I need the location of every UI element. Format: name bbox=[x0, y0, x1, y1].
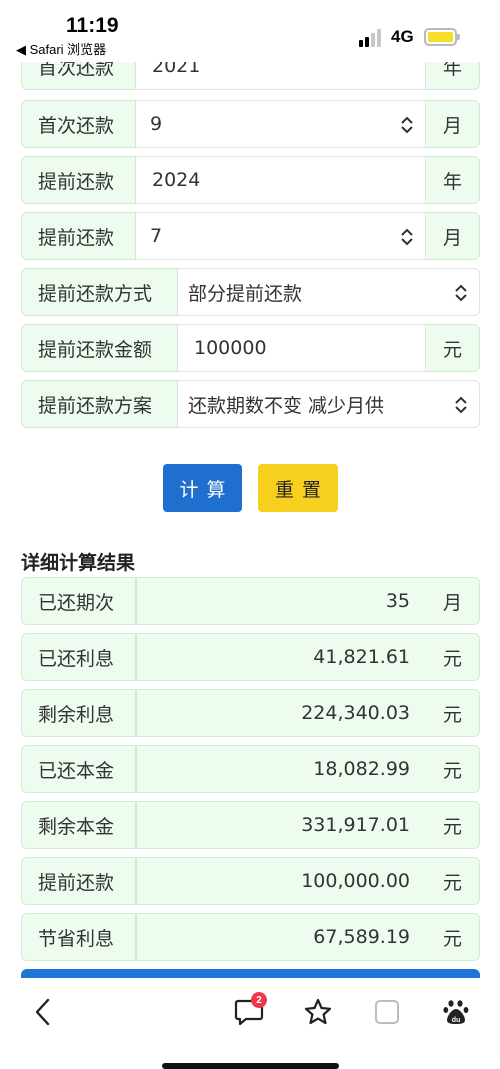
comment-count-badge: 2 bbox=[251, 992, 267, 1008]
result-value: 18,082.99 bbox=[136, 745, 426, 793]
result-label: 剩余利息 bbox=[21, 689, 136, 737]
svg-text:du: du bbox=[452, 1017, 461, 1024]
page-content: 首次还款 2021 年 首次还款 9 月 提前还款 2024 年 提前还款 7 … bbox=[0, 62, 500, 978]
form-row-prepay-plan: 提前还款方案 还款期数不变 减少月供 bbox=[21, 380, 480, 428]
status-time: 11:19 bbox=[66, 14, 119, 37]
result-row: 提前还款 100,000.00 元 bbox=[21, 857, 480, 905]
form-unit: 年 bbox=[426, 156, 480, 204]
form-row-prepay-year: 提前还款 2024 年 bbox=[21, 156, 480, 204]
select-arrows-icon bbox=[455, 396, 467, 414]
result-row: 剩余利息 224,340.03 元 bbox=[21, 689, 480, 737]
battery-icon bbox=[424, 28, 460, 46]
prepay-plan-select[interactable]: 还款期数不变 减少月供 bbox=[178, 380, 480, 428]
result-value: 41,821.61 bbox=[136, 633, 426, 681]
first-repay-month-select[interactable]: 9 bbox=[136, 100, 426, 148]
back-to-safari-link[interactable]: ◀ Safari 浏览器 bbox=[16, 39, 106, 58]
result-value: 35 bbox=[136, 577, 426, 625]
first-repay-year-input[interactable]: 2021 bbox=[136, 62, 426, 90]
back-icon bbox=[35, 998, 50, 1026]
prepay-method-select[interactable]: 部分提前还款 bbox=[178, 268, 480, 316]
select-value: 部分提前还款 bbox=[188, 282, 303, 305]
result-label: 剩余本金 bbox=[21, 801, 136, 849]
result-row: 剩余本金 331,917.01 元 bbox=[21, 801, 480, 849]
form-unit: 元 bbox=[426, 324, 480, 372]
home-indicator bbox=[162, 1063, 339, 1069]
result-unit: 元 bbox=[426, 745, 480, 793]
select-arrows-icon bbox=[455, 284, 467, 302]
form-label: 首次还款 bbox=[21, 100, 136, 148]
form-label: 首次还款 bbox=[21, 62, 136, 90]
form-label: 提前还款方案 bbox=[21, 380, 178, 428]
result-value: 224,340.03 bbox=[136, 689, 426, 737]
form-label: 提前还款金额 bbox=[21, 324, 178, 372]
result-unit: 元 bbox=[426, 633, 480, 681]
form-unit: 年 bbox=[426, 62, 480, 90]
tabs-button[interactable] bbox=[367, 994, 407, 1030]
select-value: 9 bbox=[150, 113, 163, 135]
form-row-prepay-amount: 提前还款金额 100000 元 bbox=[21, 324, 480, 372]
select-value: 7 bbox=[150, 225, 163, 247]
result-label: 已还利息 bbox=[21, 633, 136, 681]
form-row-prepay-month: 提前还款 7 月 bbox=[21, 212, 480, 260]
signal-icon bbox=[359, 29, 383, 47]
result-label: 节省利息 bbox=[21, 913, 136, 961]
prepay-amount-input[interactable]: 100000 bbox=[178, 324, 426, 372]
form-row-first-repay-month: 首次还款 9 月 bbox=[21, 100, 480, 148]
select-arrows-icon bbox=[401, 116, 413, 134]
results-title: 详细计算结果 bbox=[21, 552, 136, 574]
form-row-first-repay-year: 首次还款 2021 年 bbox=[21, 62, 480, 90]
browser-toolbar: 2 du bbox=[0, 978, 500, 1069]
result-row: 节省利息 67,589.19 元 bbox=[21, 913, 480, 961]
favorite-button[interactable] bbox=[298, 994, 338, 1030]
result-row: 已还本金 18,082.99 元 bbox=[21, 745, 480, 793]
result-label: 提前还款 bbox=[21, 857, 136, 905]
star-icon bbox=[304, 998, 332, 1025]
form-unit: 月 bbox=[426, 100, 480, 148]
tabs-icon bbox=[375, 1000, 399, 1024]
status-bar: 11:19 ◀ Safari 浏览器 4G bbox=[0, 0, 500, 62]
result-value: 331,917.01 bbox=[136, 801, 426, 849]
result-unit: 元 bbox=[426, 857, 480, 905]
result-value: 100,000.00 bbox=[136, 857, 426, 905]
form-label: 提前还款 bbox=[21, 212, 136, 260]
result-row: 已还期次 35 月 bbox=[21, 577, 480, 625]
result-label: 已还期次 bbox=[21, 577, 136, 625]
result-value: 67,589.19 bbox=[136, 913, 426, 961]
back-button[interactable] bbox=[22, 994, 62, 1030]
result-label: 已还本金 bbox=[21, 745, 136, 793]
prepay-year-input[interactable]: 2024 bbox=[136, 156, 426, 204]
result-unit: 月 bbox=[426, 577, 480, 625]
reset-button[interactable]: 重置 bbox=[258, 464, 338, 512]
form-label: 提前还款 bbox=[21, 156, 136, 204]
form-unit: 月 bbox=[426, 212, 480, 260]
select-arrows-icon bbox=[401, 228, 413, 246]
prepay-month-select[interactable]: 7 bbox=[136, 212, 426, 260]
form-label: 提前还款方式 bbox=[21, 268, 178, 316]
next-section-bar bbox=[21, 969, 480, 978]
baidu-icon: du bbox=[443, 1000, 469, 1024]
result-row: 已还利息 41,821.61 元 bbox=[21, 633, 480, 681]
baidu-button[interactable]: du bbox=[436, 994, 476, 1030]
calculate-button[interactable]: 计算 bbox=[163, 464, 242, 512]
select-value: 还款期数不变 减少月供 bbox=[188, 394, 385, 417]
result-unit: 元 bbox=[426, 801, 480, 849]
form-row-prepay-method: 提前还款方式 部分提前还款 bbox=[21, 268, 480, 316]
result-unit: 元 bbox=[426, 913, 480, 961]
result-unit: 元 bbox=[426, 689, 480, 737]
network-type: 4G bbox=[391, 27, 414, 46]
